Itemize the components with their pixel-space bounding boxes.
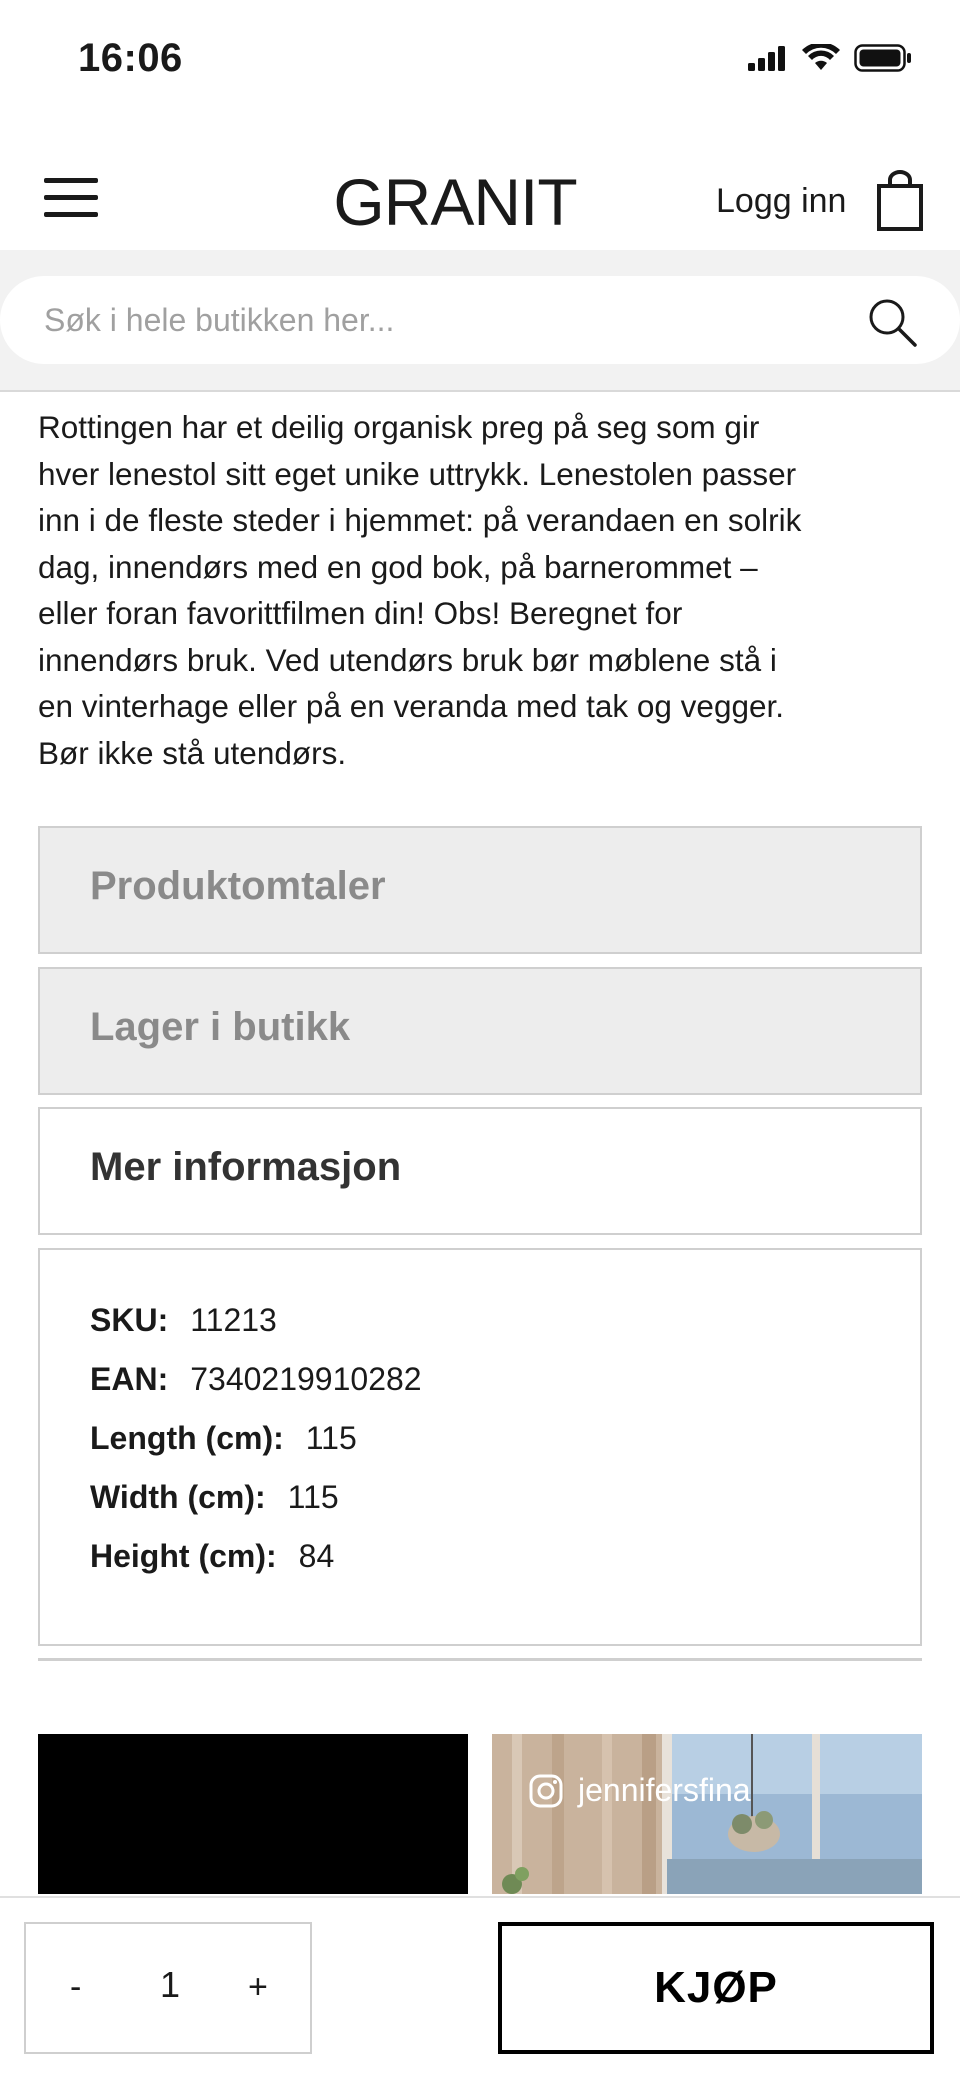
quantity-stepper: 1 - + bbox=[24, 1922, 312, 2054]
info-value: 11213 bbox=[190, 1302, 277, 1338]
cellular-signal-icon bbox=[748, 46, 785, 71]
section-divider bbox=[38, 1658, 922, 1661]
gallery-tile-instagram[interactable]: jennifersfina bbox=[492, 1734, 922, 1894]
description-line: dag, innendørs med en god bok, på barner… bbox=[38, 548, 758, 585]
battery-icon bbox=[854, 44, 911, 72]
search-icon[interactable] bbox=[866, 296, 918, 348]
info-label: EAN: bbox=[90, 1361, 169, 1397]
instagram-handle: jennifersfina bbox=[528, 1772, 751, 1809]
info-label: SKU: bbox=[90, 1302, 169, 1338]
purchase-bar: 1 - + KJØP bbox=[0, 1896, 960, 2078]
info-row-sku: SKU: 11213 bbox=[90, 1302, 277, 1339]
shopping-bag-icon[interactable] bbox=[876, 170, 924, 232]
description-line: en vinterhage eller på en veranda med ta… bbox=[38, 688, 785, 724]
description-line: eller foran favorittfilmen din! Obs! Ber… bbox=[38, 595, 683, 631]
info-label: Height (cm): bbox=[90, 1538, 277, 1574]
info-row-width: Width (cm): 115 bbox=[90, 1479, 339, 1516]
photo-background bbox=[492, 1734, 922, 1894]
accordion-label: Lager i butikk bbox=[90, 1005, 351, 1049]
status-time: 16:06 bbox=[78, 36, 183, 80]
more-info-panel: SKU: 11213 EAN: 7340219910282 Length (cm):… bbox=[38, 1248, 922, 1646]
description-line: Rottingen har et deilig organisk preg på… bbox=[38, 409, 760, 445]
accordion-label: Mer informasjon bbox=[90, 1145, 402, 1189]
info-row-length: Length (cm): 115 bbox=[90, 1420, 357, 1457]
instagram-handle-text: jennifersfina bbox=[578, 1772, 751, 1808]
status-bar: 16:06 bbox=[0, 0, 960, 120]
info-label: Length (cm): bbox=[90, 1420, 284, 1456]
gallery-tile-video[interactable] bbox=[38, 1734, 468, 1894]
status-icons bbox=[748, 44, 912, 72]
info-value: 7340219910282 bbox=[190, 1361, 422, 1397]
description-line: Bør ikke stå utendørs. bbox=[38, 734, 347, 771]
description-line: inn i de fleste steder i hjemmet: på ver… bbox=[38, 502, 802, 538]
info-value: 115 bbox=[305, 1420, 357, 1456]
info-value: 115 bbox=[287, 1479, 339, 1515]
search-box bbox=[0, 276, 960, 364]
login-link[interactable]: Logg inn bbox=[716, 182, 846, 221]
site-header: GRANIT Logg inn bbox=[0, 150, 960, 250]
quantity-decrease-button[interactable]: - bbox=[70, 1968, 81, 2007]
search-input[interactable] bbox=[44, 276, 824, 364]
accordion-product-reviews[interactable]: Produktomtaler bbox=[38, 826, 922, 954]
product-description: Rottingen har et deilig organisk preg på… bbox=[38, 404, 928, 776]
accordion-store-stock[interactable]: Lager i butikk bbox=[38, 967, 922, 1095]
accordion-more-info[interactable]: Mer informasjon bbox=[38, 1107, 922, 1235]
search-band bbox=[0, 250, 960, 392]
info-row-height: Height (cm): 84 bbox=[90, 1538, 334, 1575]
info-row-ean: EAN: 7340219910282 bbox=[90, 1361, 422, 1398]
instagram-icon bbox=[529, 1774, 563, 1807]
info-label: Width (cm): bbox=[90, 1479, 266, 1515]
description-line: hver lenestol sitt eget unike uttrykk. L… bbox=[38, 455, 797, 492]
quantity-increase-button[interactable]: + bbox=[248, 1968, 268, 2007]
accordion-label: Produktomtaler bbox=[90, 864, 386, 908]
info-value: 84 bbox=[298, 1538, 335, 1574]
buy-button[interactable]: KJØP bbox=[498, 1922, 934, 2054]
wifi-icon bbox=[802, 44, 840, 70]
description-line: innendørs bruk. Ved utendørs bruk bør mø… bbox=[38, 641, 777, 678]
